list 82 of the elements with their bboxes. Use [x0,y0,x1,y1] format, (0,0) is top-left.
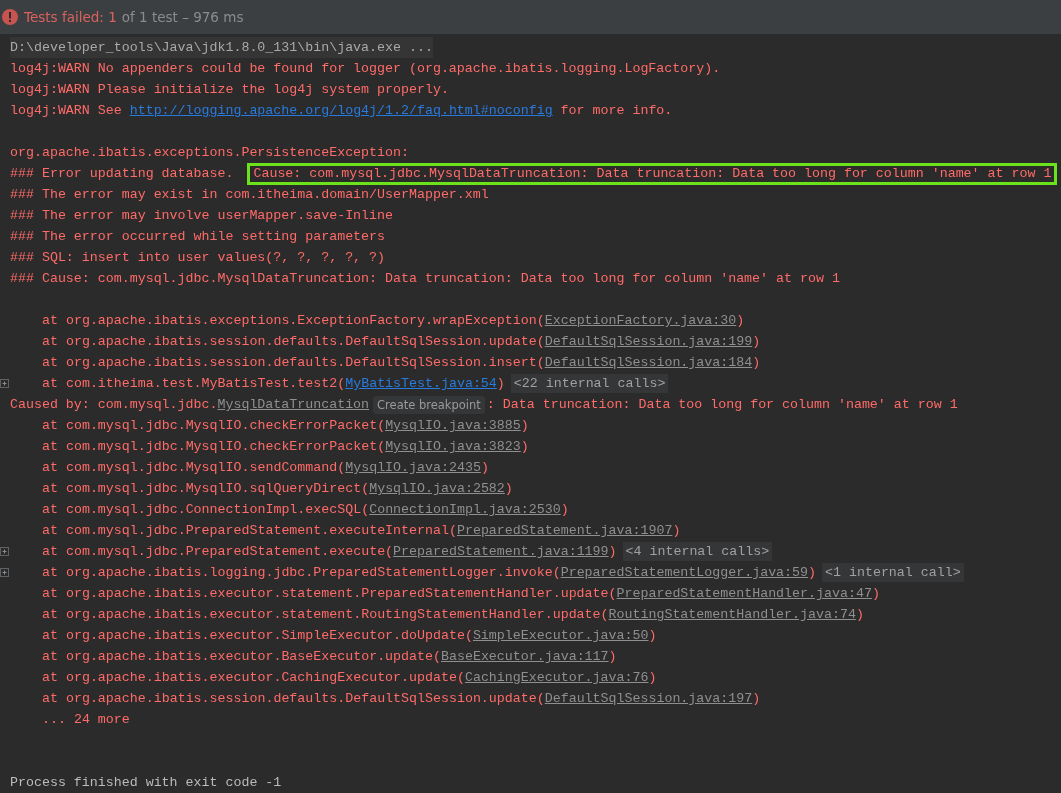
source-link[interactable]: CachingExecutor.java:76 [464,667,649,688]
console-text: at com.mysql.jdbc.PreparedStatement.executeInternal( [42,522,457,540]
console-text: ) [752,354,761,372]
console-text: ### The error may involve userMapper.save-Inline [10,207,393,225]
console-text: ### The error occurred while setting parameters [10,228,386,246]
console-text: at org.apache.ibatis.executor.statement.PreparedStatementHandler.update( [42,585,617,603]
console-text: ) [871,585,880,603]
console-text: at org.apache.ibatis.executor.statement.RoutingStatementHandler.update( [42,606,609,624]
console-text: ### Error updating database. [10,165,234,183]
source-link[interactable]: PreparedStatement.java:1907 [456,520,673,541]
console-text: org.apache.ibatis.exceptions.PersistenceException: [10,144,409,162]
source-link[interactable]: PreparedStatementHandler.java:47 [616,583,872,604]
console-text: ) [560,501,569,519]
console-text: ### The error may exist in com.itheima.domain/UserMapper.xml [10,186,489,204]
internal-calls-fold[interactable]: <22 internal calls> [510,374,669,393]
console-text: at org.apache.ibatis.exceptions.ExceptionFactory.wrapException( [42,312,545,330]
console-text: ) [736,312,745,330]
console-text: at com.mysql.jdbc.ConnectionImpl.execSQL( [42,501,370,519]
source-link[interactable]: DefaultSqlSession.java:197 [544,688,753,709]
console-text: ) [648,627,657,645]
console-text: ) [496,375,505,393]
console-text: ) [855,606,864,624]
console-text: ) [672,522,681,540]
console-link[interactable]: http://logging.apache.org/log4j/1.2/faq.html#noconfig [129,100,553,121]
internal-calls-fold[interactable]: <1 internal call> [822,563,964,582]
source-link[interactable]: RoutingStatementHandler.java:74 [608,604,856,625]
console-text: ) [608,543,617,561]
expand-icon[interactable] [0,379,9,388]
expand-icon[interactable] [0,547,9,556]
create-breakpoint-hint[interactable]: Create breakpoint [373,395,485,414]
console-text: at com.itheima.test.MyBatisTest.test2( [42,375,346,393]
console-text: log4j:WARN Please initialize the log4j system properly. [10,81,449,99]
source-link[interactable]: ExceptionFactory.java:30 [544,310,737,331]
source-link[interactable]: MysqlDataTruncation [217,394,370,415]
source-link[interactable]: MysqlIO.java:3823 [385,436,521,457]
source-link[interactable]: DefaultSqlSession.java:184 [544,352,753,373]
console-text: at com.mysql.jdbc.MysqlIO.checkErrorPacket( [42,417,386,435]
console-text: ### SQL: insert into user values(?, ?, ?, ?, ?) [10,249,386,267]
source-link[interactable]: MysqlIO.java:2435 [345,457,481,478]
source-link[interactable]: DefaultSqlSession.java:199 [544,331,753,352]
console-text: ) [520,438,529,456]
source-link[interactable]: MysqlIO.java:2582 [369,478,505,499]
console-text: ) [504,480,513,498]
console-text: at org.apache.ibatis.session.defaults.DefaultSqlSession.insert( [42,354,545,372]
console-text: log4j:WARN No appenders could be found for logger (org.apache.ibatis.logging.LogFactory). [10,60,721,78]
console-text: at org.apache.ibatis.executor.BaseExecutor.update( [42,648,441,666]
console-text: ) [608,648,617,666]
console-text: : Data truncation: Data too long for column 'name' at row 1 [486,396,958,414]
error-icon [1,8,19,26]
source-link[interactable]: PreparedStatementLogger.java:59 [560,562,809,583]
source-link[interactable]: BaseExecutor.java:117 [441,646,609,667]
expand-icon[interactable] [0,568,9,577]
source-link[interactable]: ConnectionImpl.java:2530 [369,499,561,520]
highlighted-cause-text: Cause: com.mysql.jdbc.MysqlDataTruncation: Data truncation: Data too long for column 'name' at row 1 [247,162,1058,185]
console-text: for more info. [559,102,673,120]
console-text: at org.apache.ibatis.executor.SimpleExecutor.doUpdate( [42,627,473,645]
console-link[interactable]: MyBatisTest.java:54 [345,373,497,394]
console-text: at org.apache.ibatis.session.defaults.DefaultSqlSession.update( [42,690,545,708]
console-text: at com.mysql.jdbc.MysqlIO.sqlQueryDirect( [42,480,370,498]
source-link[interactable]: SimpleExecutor.java:50 [472,625,649,646]
tests-failed-label: Tests failed: 1 [24,9,117,25]
source-link[interactable]: PreparedStatement.java:1199 [393,541,609,562]
exit-message: Process finished with exit code -1 [10,774,282,792]
console-text: at org.apache.ibatis.session.defaults.DefaultSqlSession.update( [42,333,545,351]
console-text: ) [752,333,761,351]
console-text: ) [480,459,489,477]
console-text: ) [752,690,761,708]
console-text: Caused by: com.mysql.jdbc. [10,396,218,414]
console-text: ) [808,564,817,582]
console-text: at com.mysql.jdbc.MysqlIO.sendCommand( [42,459,346,477]
console-text: ) [648,669,657,687]
console-text: ### Cause: com.mysql.jdbc.MysqlDataTruncation: Data truncation: Data too long for column 'name' at row 1 [10,270,840,288]
test-summary: of 1 test – 976 ms [121,9,244,25]
console-text: ... 24 more [42,711,130,729]
console-text: at com.mysql.jdbc.MysqlIO.checkErrorPacket( [42,438,386,456]
console-text: at com.mysql.jdbc.PreparedStatement.execute( [42,543,394,561]
console-text: at org.apache.ibatis.logging.jdbc.PreparedStatementLogger.invoke( [42,564,561,582]
internal-calls-fold[interactable]: <4 internal calls> [622,542,773,561]
console-text: ) [520,417,529,435]
console-text: log4j:WARN See [10,102,123,120]
source-link[interactable]: MysqlIO.java:3885 [385,415,521,436]
console-text: at org.apache.ibatis.executor.CachingExecutor.update( [42,669,465,687]
